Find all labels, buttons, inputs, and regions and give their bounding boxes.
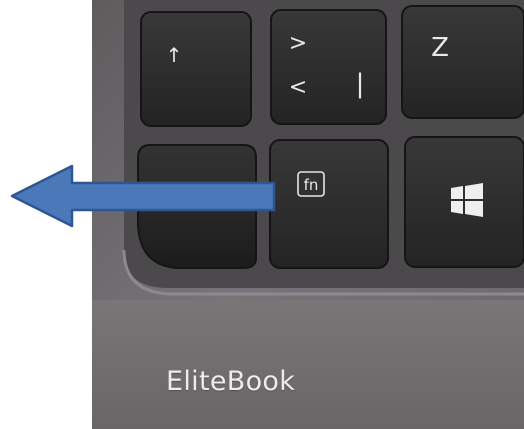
key-up-arrow[interactable] [140,11,252,127]
z-label: Z [431,33,449,63]
keyboard-scene: ↑ > < | Z fn [0,0,524,429]
white-background [0,0,92,429]
key-windows[interactable] [404,136,524,268]
fn-label: fn [304,176,319,194]
brand-logo-text: EliteBook [166,366,296,397]
key-z[interactable] [401,5,524,119]
pipe-label: | [356,69,365,99]
keyboard-photo: ↑ > < | Z fn EliteBook [0,0,524,429]
less-than-label: < [289,75,307,100]
key-greater-less[interactable] [270,9,387,125]
palm-rest [92,300,524,429]
greater-than-label: > [289,31,307,56]
up-arrow-icon: ↑ [166,43,183,67]
key-fn[interactable] [269,139,389,269]
